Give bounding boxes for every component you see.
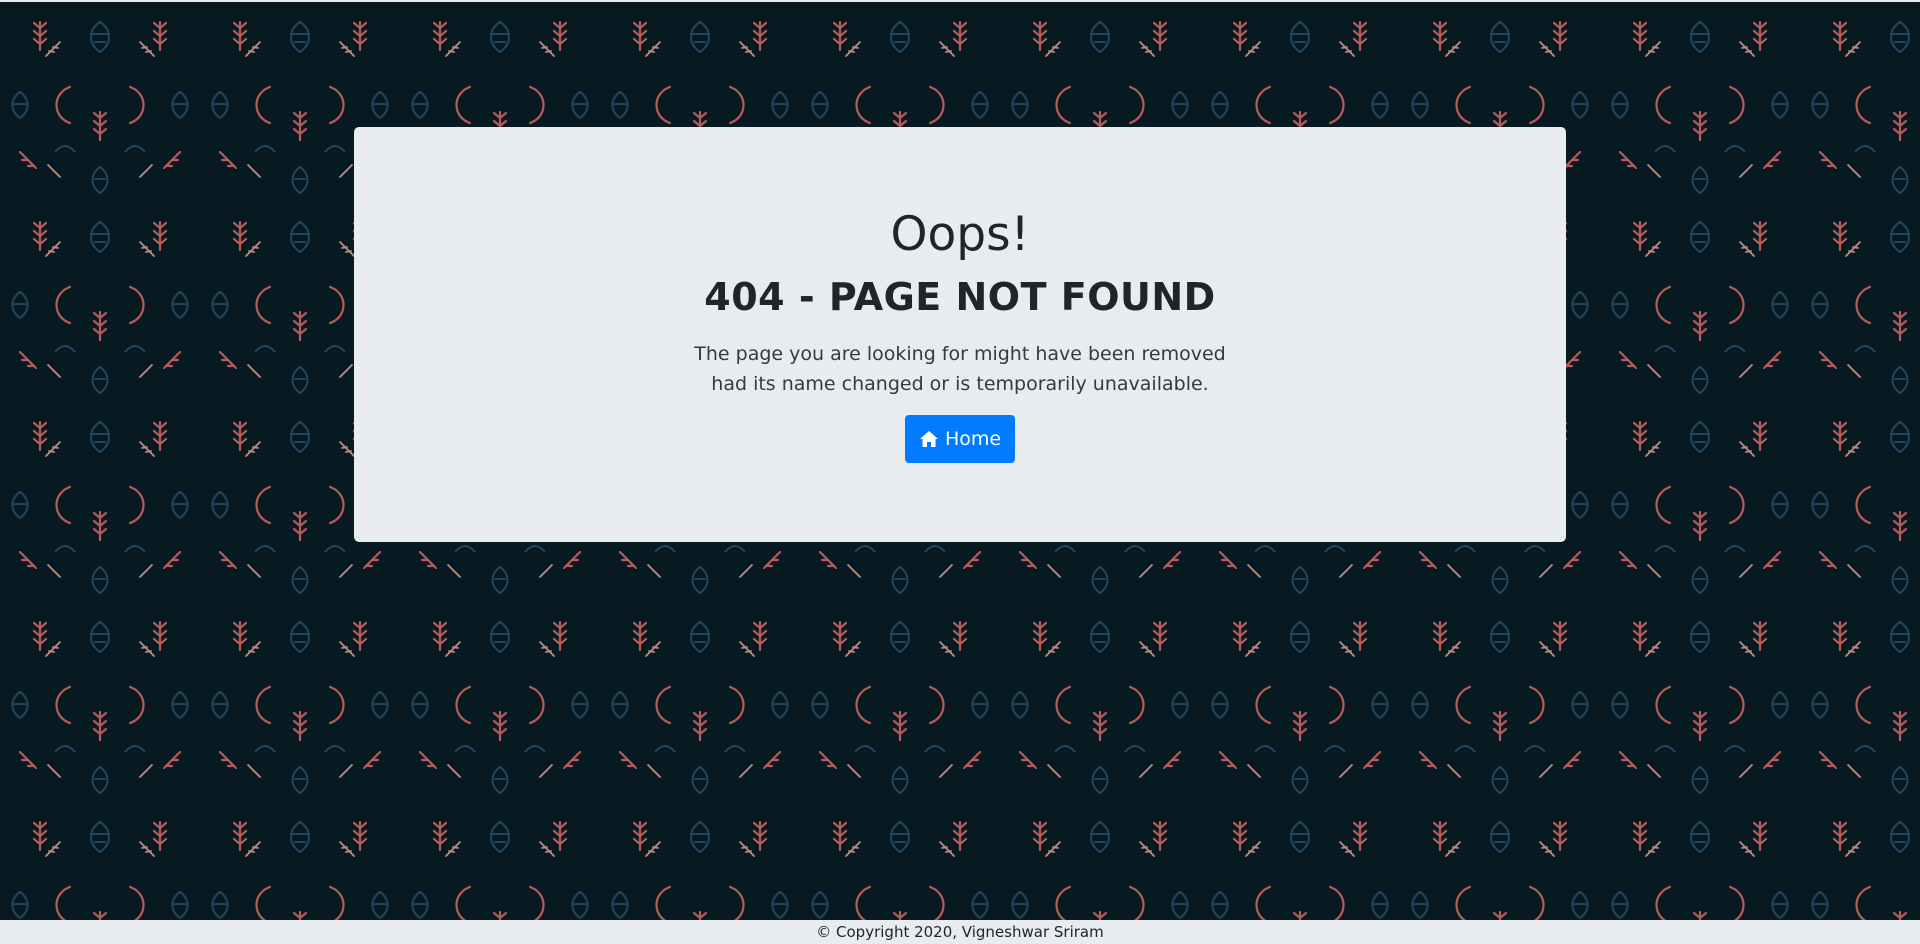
- error-title: Oops!: [890, 207, 1030, 262]
- footer-copyright: © Copyright 2020, Vigneshwar Sriram: [816, 923, 1104, 941]
- error-code-heading: 404 - PAGE NOT FOUND: [704, 275, 1216, 319]
- home-icon: [919, 430, 939, 448]
- error-message: The page you are looking for might have …: [354, 339, 1566, 399]
- home-button[interactable]: Home: [905, 415, 1015, 463]
- footer: © Copyright 2020, Vigneshwar Sriram: [0, 920, 1920, 944]
- home-button-label: Home: [944, 428, 1002, 450]
- error-message-line-2: had its name changed or is temporarily u…: [711, 373, 1209, 395]
- error-card: Oops! 404 - PAGE NOT FOUND The page you …: [354, 127, 1566, 542]
- error-message-line-1: The page you are looking for might have …: [694, 343, 1226, 365]
